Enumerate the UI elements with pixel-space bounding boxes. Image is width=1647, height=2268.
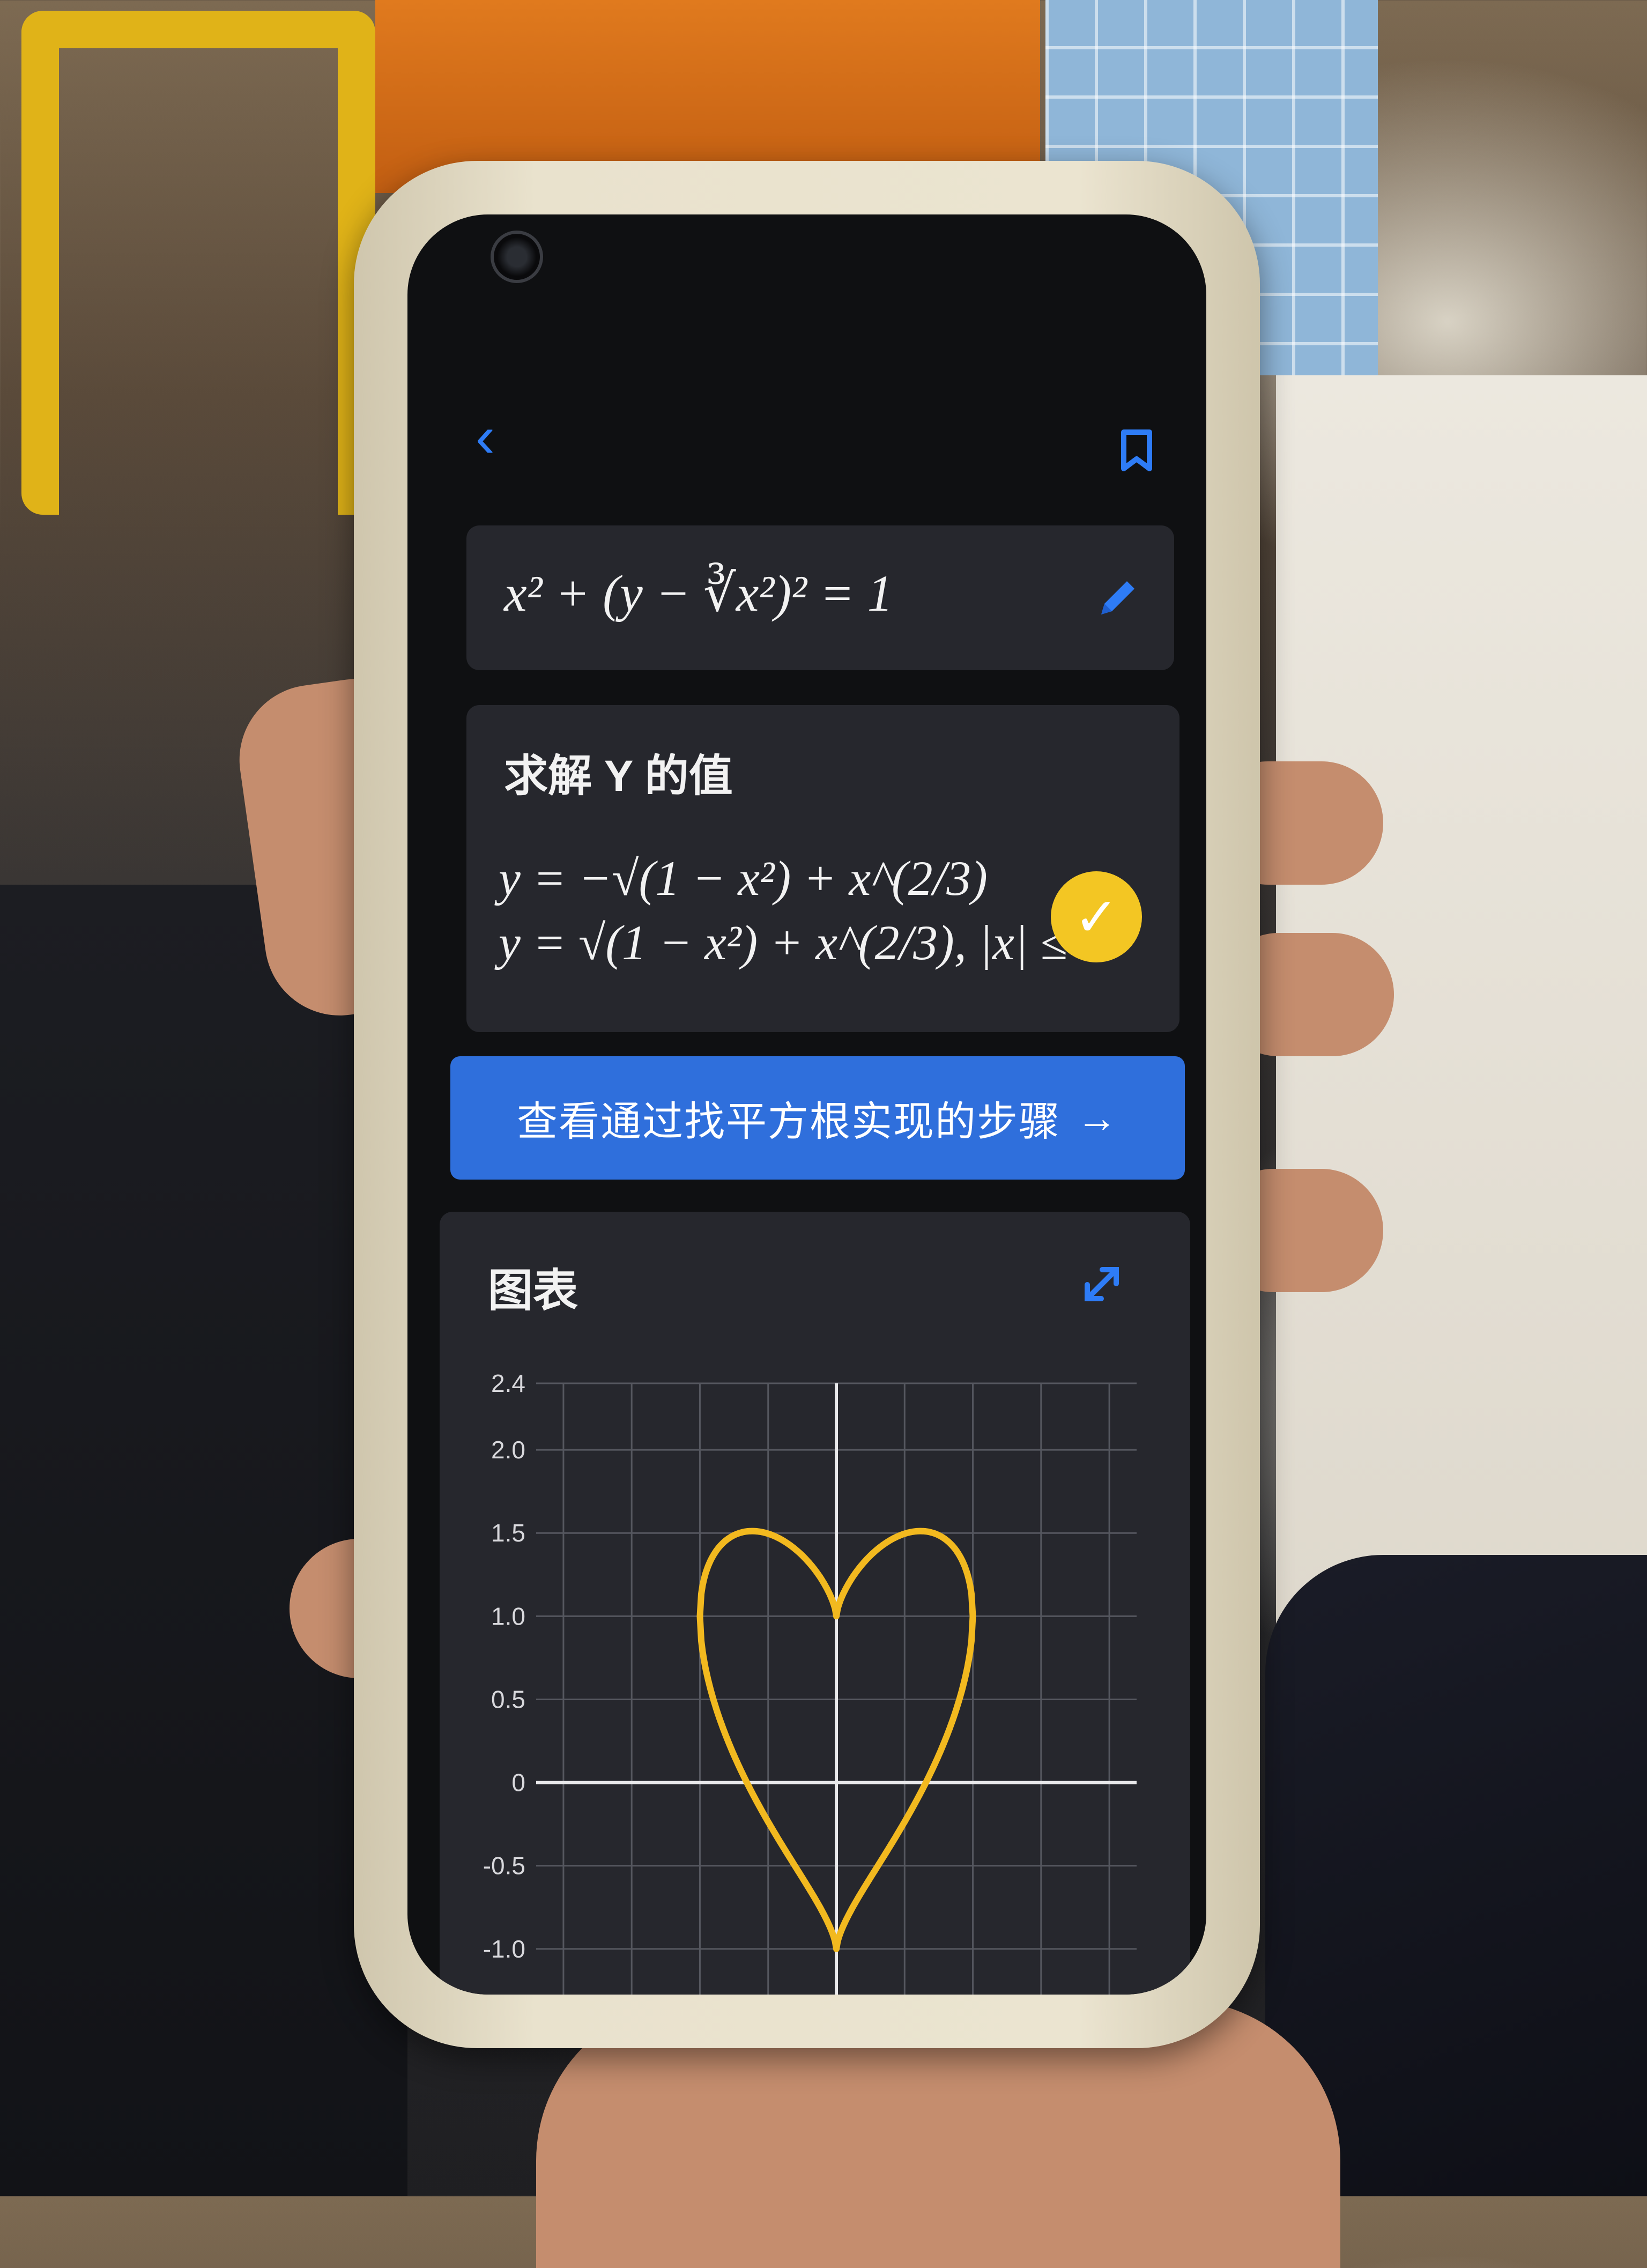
solution-title: 求解 Y 的值 bbox=[504, 752, 733, 801]
chart-card: 图表 2.42.01.51.00.50-0.5-1.0-1.5 bbox=[440, 1212, 1190, 1995]
y-tick-label: 1.0 bbox=[491, 1602, 525, 1630]
solution-card: 求解 Y 的值 y = −√(1 − x²) + x^(2/3) y = √(1… bbox=[466, 705, 1179, 1032]
expand-arrows-icon[interactable] bbox=[1078, 1260, 1126, 1308]
y-tick-label: 2.4 bbox=[491, 1369, 525, 1397]
equation-text: x² + (y − ∛x²)² = 1 bbox=[504, 565, 893, 622]
check-icon: ✓ bbox=[1051, 871, 1142, 962]
arrow-right-icon: → bbox=[1077, 1095, 1118, 1141]
y-tick-label: 0 bbox=[511, 1769, 525, 1797]
app-header: ‹ bbox=[407, 214, 1206, 504]
solution-line: y = √(1 − x²) + x^(2/3), |x| ≤ 1 bbox=[499, 915, 1104, 970]
background-chair bbox=[21, 11, 375, 515]
back-chevron-icon[interactable]: ‹ bbox=[456, 407, 515, 466]
bookmark-icon[interactable] bbox=[1115, 424, 1158, 477]
y-tick-label: 1.5 bbox=[491, 1519, 525, 1547]
y-tick-label: -0.5 bbox=[483, 1852, 525, 1880]
chart-title: 图表 bbox=[488, 1265, 578, 1316]
y-tick-label: 0.5 bbox=[491, 1685, 525, 1713]
y-tick-label: 2.0 bbox=[491, 1436, 525, 1464]
pencil-icon[interactable] bbox=[1094, 574, 1142, 622]
heart-graph[interactable]: 2.42.01.51.00.50-0.5-1.0-1.5 bbox=[440, 1362, 1190, 1995]
y-tick-label: -1.0 bbox=[483, 1935, 525, 1963]
phone-screen: ‹ x² + (y − ∛x²)² = 1 求解 Y 的值 y = −√(1 −… bbox=[407, 214, 1206, 1995]
solution-line: y = −√(1 − x²) + x^(2/3) bbox=[499, 851, 988, 906]
view-steps-label: 查看通过找平方根实现的步骤 bbox=[517, 1099, 1060, 1145]
equation-card[interactable]: x² + (y − ∛x²)² = 1 bbox=[466, 525, 1174, 670]
view-steps-button[interactable]: 查看通过找平方根实现的步骤 → bbox=[450, 1056, 1185, 1180]
